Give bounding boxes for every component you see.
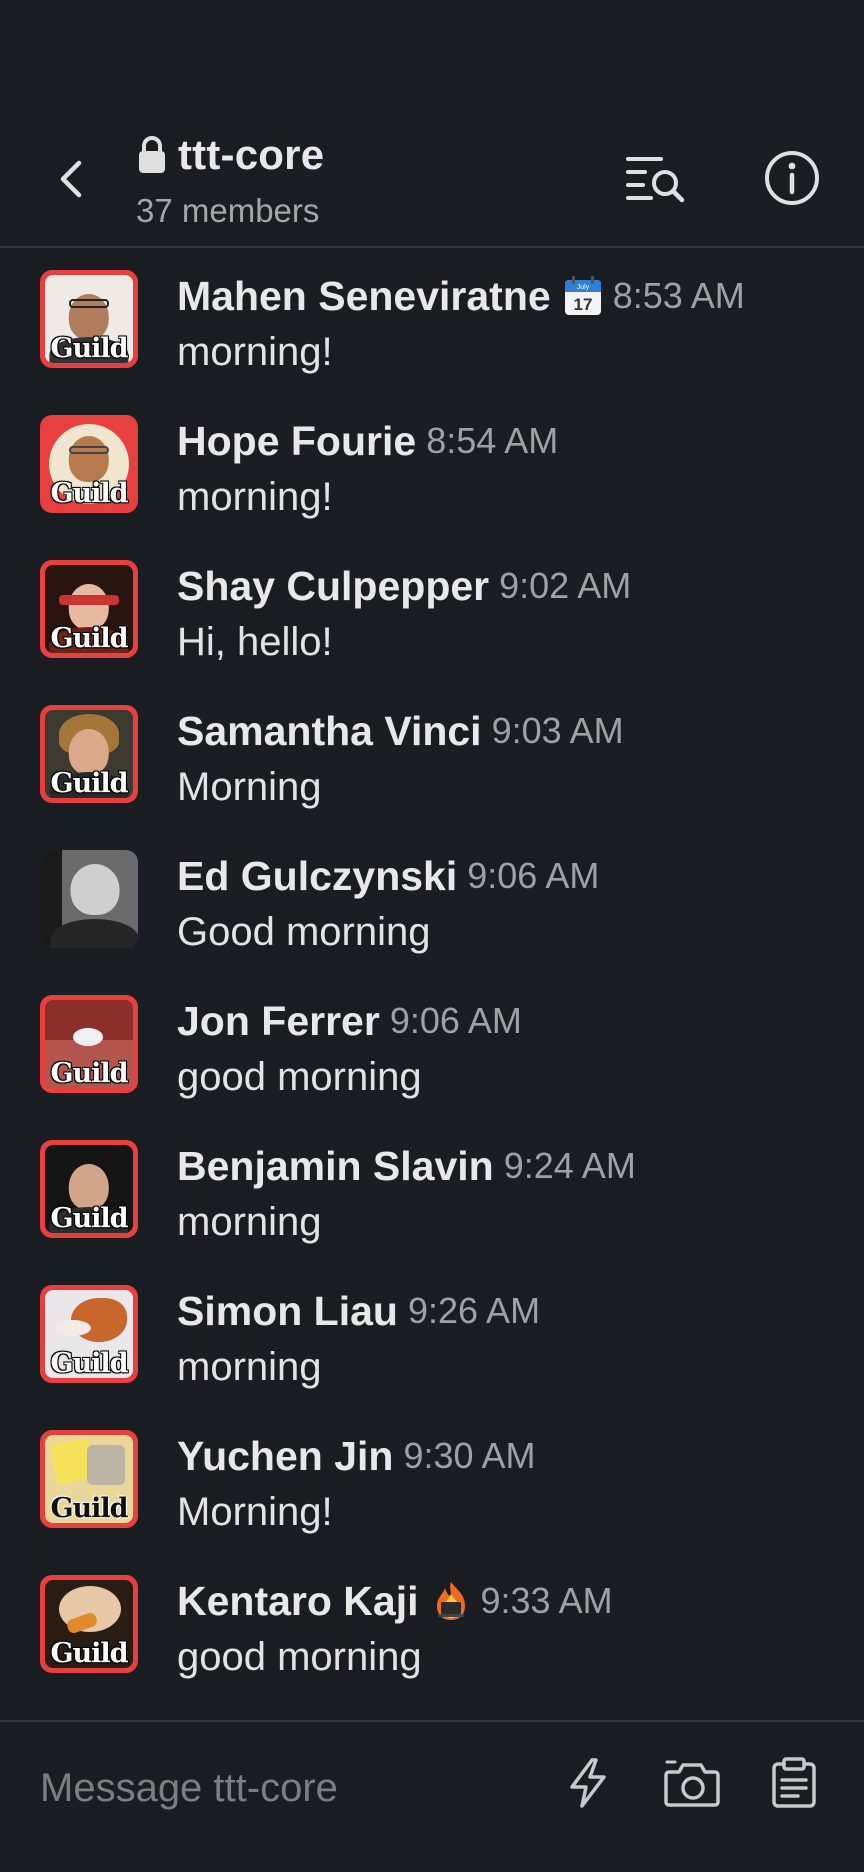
chevron-left-icon [60,160,82,198]
clipboard-list-icon [772,1757,816,1808]
avatar[interactable]: Guild [40,1430,138,1528]
info-button[interactable] [762,148,822,208]
guild-badge: Guild [50,1348,128,1379]
lightning-icon [570,1758,606,1808]
message-text: good morning [177,1635,422,1679]
guild-badge: Guild [50,1203,128,1234]
guild-badge: Guild [50,1493,128,1524]
channel-title: ttt-core [178,131,325,178]
message-item[interactable]: Guild Hope Fourie 8:54 AM morning! [0,413,864,558]
message-text: morning! [177,475,333,519]
message-list: Guild Mahen Seneviratne July 17 8:53 AM … [0,268,864,1718]
message-item[interactable]: Guild Yuchen Jin 9:30 AM Morning! [0,1428,864,1573]
message-item[interactable]: Guild Samantha Vinci 9:03 AM Morning [0,703,864,848]
back-button[interactable] [48,152,92,206]
lock-icon [139,136,165,173]
message-time: 9:02 AM [499,565,632,606]
member-count[interactable]: 37 members [136,192,324,230]
guild-badge: Guild [50,478,128,509]
channel-screen: ttt-core 37 members Guild Mahen Senevira… [0,0,864,1872]
message-author[interactable]: Shay Culpepper [177,563,489,610]
message-text: morning [177,1345,322,1389]
message-text: Morning [177,765,322,809]
camera-button[interactable] [662,1752,722,1814]
laptop-fire-icon [436,1582,465,1620]
message-time: 8:53 AM [612,275,745,316]
guild-badge: Guild [50,623,128,654]
channel-title-area[interactable]: ttt-core 37 members [136,130,324,230]
avatar[interactable]: Guild [40,560,138,658]
message-author[interactable]: Mahen Seneviratne [177,273,551,320]
message-time: 9:06 AM [389,1000,522,1041]
message-text: Hi, hello! [177,620,333,664]
message-item[interactable]: Ed Gulczynski 9:06 AM Good morning [0,848,864,993]
guild-badge: Guild [50,1638,128,1669]
message-text: Morning! [177,1490,333,1534]
message-item[interactable]: Guild Simon Liau 9:26 AM morning [0,1283,864,1428]
info-icon [765,151,819,205]
message-text: morning! [177,330,333,374]
message-time: 9:33 AM [480,1580,613,1621]
avatar[interactable]: Guild [40,1575,138,1673]
message-time: 9:06 AM [467,855,600,896]
message-item[interactable]: Guild Mahen Seneviratne July 17 8:53 AM … [0,268,864,413]
message-author[interactable]: Kentaro Kaji [177,1578,419,1625]
avatar[interactable] [40,850,138,948]
guild-badge: Guild [50,1058,128,1089]
message-item[interactable]: Guild Benjamin Slavin 9:24 AM morning [0,1138,864,1283]
message-text: morning [177,1200,322,1244]
avatar[interactable]: Guild [40,1285,138,1383]
avatar[interactable]: Guild [40,1140,138,1238]
search-button[interactable] [624,150,688,206]
avatar[interactable]: Guild [40,995,138,1093]
message-time: 9:03 AM [491,710,624,751]
shortcuts-button[interactable] [558,1752,618,1814]
message-item[interactable]: Guild Jon Ferrer 9:06 AM good morning [0,993,864,1138]
avatar[interactable]: Guild [40,705,138,803]
camera-icon [664,1760,720,1807]
guild-badge: Guild [50,768,128,799]
message-composer [0,1720,864,1872]
message-author[interactable]: Benjamin Slavin [177,1143,494,1190]
channel-header: ttt-core 37 members [0,0,864,248]
canvas-button[interactable] [764,1752,824,1814]
avatar[interactable]: Guild [40,270,138,368]
message-input[interactable] [40,1758,520,1818]
message-time: 9:26 AM [407,1290,541,1331]
message-time: 9:24 AM [503,1145,636,1186]
avatar[interactable]: Guild [40,415,138,513]
message-item[interactable]: Guild Kentaro Kaji 9:33 AM good morning [0,1573,864,1718]
message-time: 9:30 AM [403,1435,536,1476]
message-author[interactable]: Ed Gulczynski [177,853,457,900]
message-author[interactable]: Jon Ferrer [177,998,380,1045]
calendar-month: July [576,284,589,291]
message-author[interactable]: Samantha Vinci [177,708,482,755]
message-author[interactable]: Hope Fourie [177,418,416,465]
message-item[interactable]: Guild Shay Culpepper 9:02 AM Hi, hello! [0,558,864,703]
calendar-day: 17 [573,295,592,314]
message-text: Good morning [177,910,431,954]
message-author[interactable]: Simon Liau [177,1288,398,1335]
message-time: 8:54 AM [426,420,559,461]
message-text: good morning [177,1055,422,1099]
calendar-icon: July 17 [564,276,601,315]
search-list-icon [626,157,685,203]
message-author[interactable]: Yuchen Jin [177,1433,393,1480]
guild-badge: Guild [50,333,128,364]
